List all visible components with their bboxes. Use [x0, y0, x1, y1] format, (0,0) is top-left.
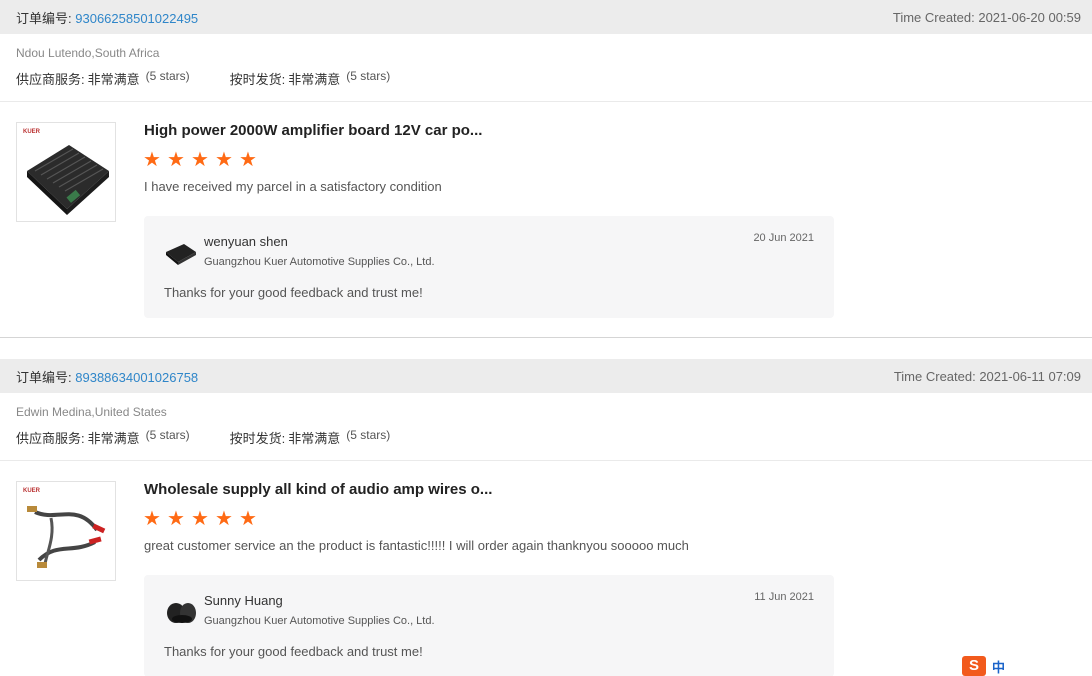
order-id: 订单编号: 93066258501022495	[16, 8, 198, 27]
amplifier-board-image: KUER	[17, 123, 115, 221]
star-rating: ★ ★ ★ ★ ★	[143, 509, 263, 529]
ime-mode-toggle[interactable]: 中	[992, 657, 1005, 676]
reply-author-name: Sunny Huang	[204, 593, 283, 608]
rating-value: 非常满意	[87, 431, 140, 446]
reply-date: 11 Jun 2021	[754, 591, 814, 603]
rating-stars-text: (5 stars)	[346, 69, 391, 83]
star-icon: ★	[191, 149, 209, 171]
seller-reply: wenyuan shen Guangzhou Kuer Automotive S…	[144, 216, 834, 318]
reply-company: Guangzhou Kuer Automotive Supplies Co., …	[204, 615, 435, 627]
star-icon: ★	[143, 149, 161, 171]
review-body: KUER Wholesale supply all kind of audio …	[0, 461, 1092, 676]
product-thumbnail[interactable]: KUER	[16, 122, 116, 222]
rating-key: 供应商服务:	[16, 72, 85, 87]
order-id: 订单编号: 89388634001026758	[16, 367, 198, 386]
rating-stars-text: (5 stars)	[346, 428, 391, 442]
supplier-ratings: 供应商服务: 非常满意 (5 stars) 按时发货: 非常满意 (5 star…	[16, 428, 1076, 447]
reply-company: Guangzhou Kuer Automotive Supplies Co., …	[204, 256, 435, 268]
buyer-info: Edwin Medina,United States 供应商服务: 非常满意 (…	[0, 393, 1092, 461]
seller-avatar	[166, 244, 196, 265]
rating-stars-text: (5 stars)	[145, 428, 190, 442]
svg-text:KUER: KUER	[23, 488, 41, 494]
star-icon: ★	[191, 508, 209, 530]
buyer-info: Ndou Lutendo,South Africa 供应商服务: 非常满意 (5…	[0, 34, 1092, 102]
review-card: 订单编号: 89388634001026758 Time Created: 20…	[0, 359, 1092, 676]
rating-value: 非常满意	[288, 431, 341, 446]
review-comment: great customer service an the product is…	[144, 538, 689, 553]
star-rating: ★ ★ ★ ★ ★	[143, 150, 263, 170]
star-icon: ★	[215, 508, 233, 530]
star-icon: ★	[239, 149, 257, 171]
buyer-name: Edwin Medina,United States	[16, 405, 167, 419]
star-icon: ★	[167, 149, 185, 171]
review-comment: I have received my parcel in a satisfact…	[144, 179, 442, 194]
order-number-label: 订单编号:	[16, 10, 72, 26]
svg-text:KUER: KUER	[23, 129, 41, 135]
rating-supplier-service: 供应商服务: 非常满意 (5 stars)	[16, 69, 190, 88]
sogou-logo-icon[interactable]: S	[962, 656, 986, 676]
star-icon: ★	[143, 508, 161, 530]
seller-avatar	[167, 603, 196, 623]
reply-text: Thanks for your good feedback and trust …	[164, 285, 423, 300]
reply-date: 20 Jun 2021	[753, 232, 814, 244]
order-number-label: 订单编号:	[16, 369, 72, 385]
supplier-ratings: 供应商服务: 非常满意 (5 stars) 按时发货: 非常满意 (5 star…	[16, 69, 1076, 88]
reply-text: Thanks for your good feedback and trust …	[164, 644, 423, 659]
product-title-link[interactable]: Wholesale supply all kind of audio amp w…	[144, 481, 492, 498]
time-created: Time Created: 2021-06-11 07:09	[893, 368, 1081, 384]
product-title-link[interactable]: High power 2000W amplifier board 12V car…	[144, 122, 482, 139]
product-thumbnail[interactable]: KUER	[16, 481, 116, 581]
order-number-link[interactable]: 93066258501022495	[75, 11, 198, 26]
rating-stars-text: (5 stars)	[145, 69, 190, 83]
rating-key: 按时发货:	[229, 431, 286, 446]
time-created: Time Created: 2021-06-20 00:59	[892, 9, 1081, 25]
order-number-link[interactable]: 89388634001026758	[75, 370, 198, 385]
reply-author-name: wenyuan shen	[204, 234, 288, 249]
seller-reply: Sunny Huang Guangzhou Kuer Automotive Su…	[144, 575, 834, 676]
rating-on-time-delivery: 按时发货: 非常满意 (5 stars)	[230, 428, 391, 447]
star-icon: ★	[167, 508, 185, 530]
rating-key: 按时发货:	[229, 72, 286, 87]
order-header: 订单编号: 89388634001026758 Time Created: 20…	[0, 359, 1092, 393]
rating-value: 非常满意	[87, 72, 140, 87]
section-divider	[0, 338, 1092, 359]
review-card: 订单编号: 93066258501022495 Time Created: 20…	[0, 0, 1092, 338]
rating-on-time-delivery: 按时发货: 非常满意 (5 stars)	[230, 69, 391, 88]
order-header: 订单编号: 93066258501022495 Time Created: 20…	[0, 0, 1092, 34]
ime-toolbar[interactable]: S 中	[962, 656, 1005, 676]
audio-wires-image: KUER	[17, 482, 115, 580]
rating-supplier-service: 供应商服务: 非常满意 (5 stars)	[16, 428, 190, 447]
star-icon: ★	[239, 508, 257, 530]
buyer-name: Ndou Lutendo,South Africa	[16, 46, 160, 60]
rating-value: 非常满意	[288, 72, 341, 87]
star-icon: ★	[215, 149, 233, 171]
review-body: KUER High power 2000W amplifier board 12…	[0, 102, 1092, 338]
rating-key: 供应商服务:	[16, 431, 85, 446]
